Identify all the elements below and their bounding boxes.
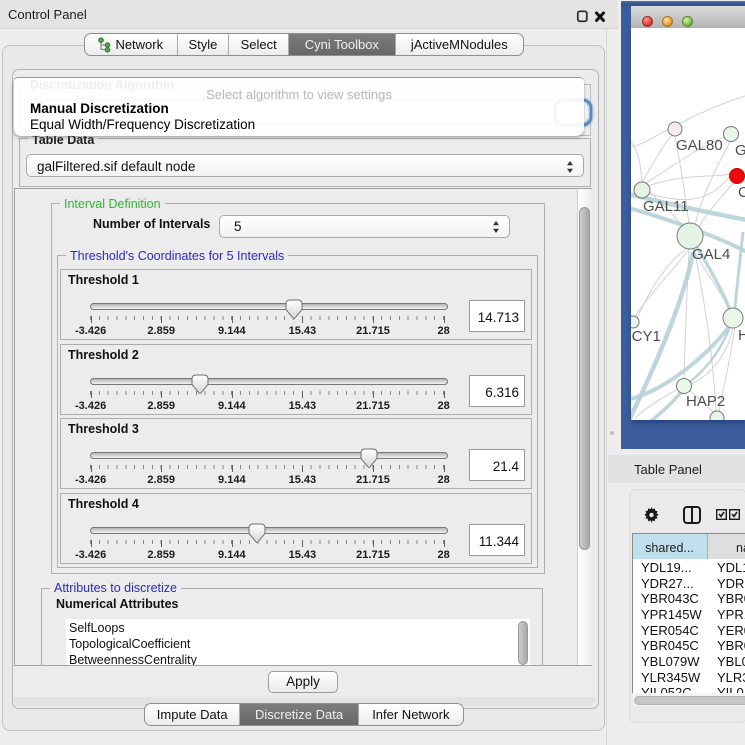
svg-text:GAL4: GAL4 xyxy=(692,246,730,263)
svg-text:GCY1: GCY1 xyxy=(631,328,661,345)
svg-text:C: C xyxy=(738,184,745,201)
svg-text:H: H xyxy=(738,327,745,344)
svg-text:G.: G. xyxy=(735,142,745,159)
svg-text:HAP2: HAP2 xyxy=(686,393,725,410)
svg-text:GAL80: GAL80 xyxy=(676,137,723,154)
svg-text:GAL11: GAL11 xyxy=(643,198,689,215)
